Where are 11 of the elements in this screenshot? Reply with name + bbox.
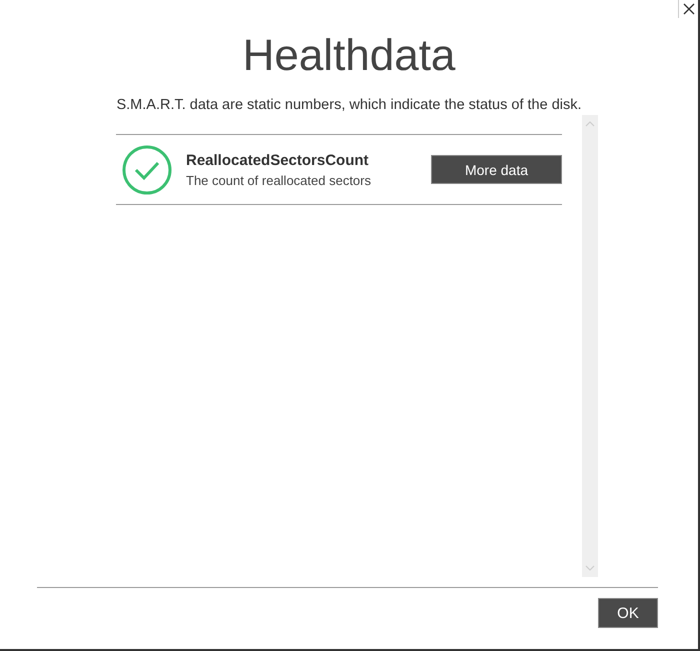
ok-button[interactable]: OK: [598, 598, 658, 628]
attribute-name: ReallocatedSectorsCount: [186, 152, 370, 168]
description-text: S.M.A.R.T. data are static numbers, which indicate the status of the disk.: [115, 96, 583, 114]
attribute-description: The count of reallocated sectors: [186, 172, 372, 188]
check-circle-icon: [122, 144, 172, 194]
scroll-up-icon[interactable]: [585, 121, 595, 127]
scroll-down-icon[interactable]: [585, 565, 595, 571]
more-data-button[interactable]: More data: [431, 155, 562, 184]
dialog-title: Healthdata: [242, 30, 456, 82]
scrollbar[interactable]: [582, 115, 598, 577]
close-icon: [682, 3, 694, 15]
